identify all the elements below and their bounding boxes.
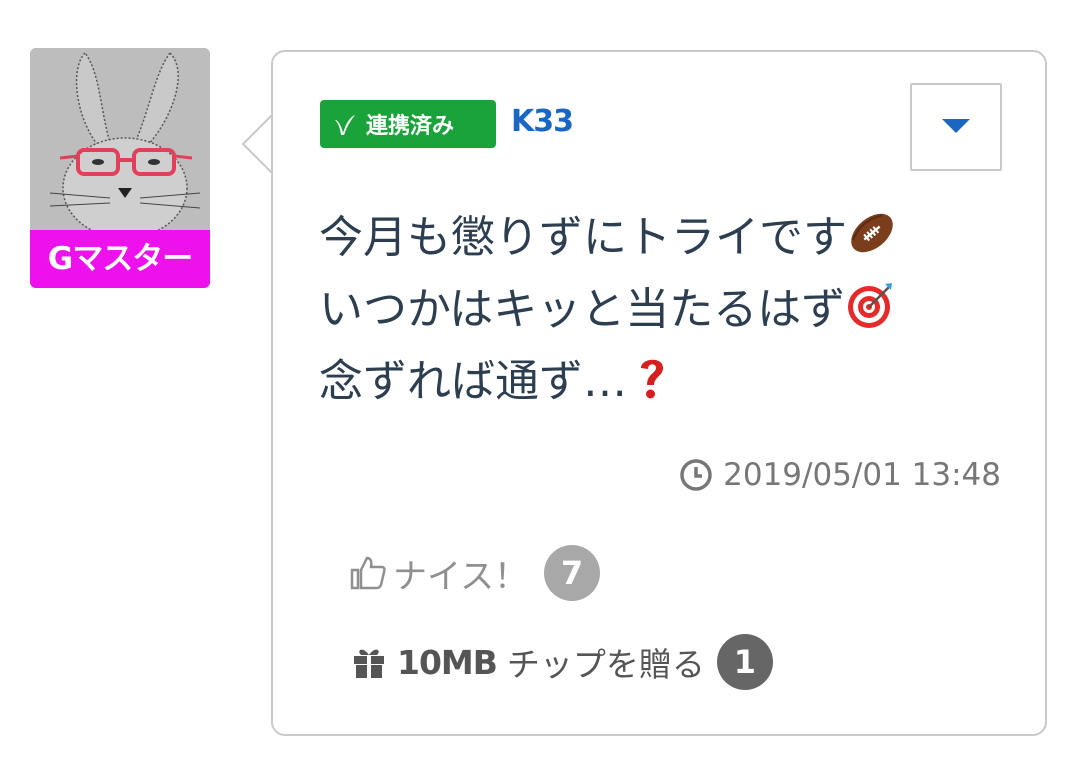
clock-icon (680, 459, 712, 491)
avatar-name-label: Gマスター (30, 230, 210, 288)
post-line: いつかはキッと当たるはず (319, 274, 999, 346)
tip-label: チップを贈る (506, 645, 705, 684)
post-timestamp: 2019/05/01 13:48 (679, 457, 1001, 493)
send-tip-button[interactable]: 10MB チップを贈る 1 (351, 634, 773, 690)
nice-button[interactable]: ナイス！ 7 (349, 545, 600, 601)
timestamp-text: 2019/05/01 13:48 (723, 457, 1001, 493)
football-emoji (851, 213, 893, 253)
thumbs-up-icon (350, 556, 386, 590)
username-link[interactable]: K33 (511, 104, 574, 139)
nice-label: ナイス！ (393, 556, 528, 597)
v-check-icon (335, 115, 355, 135)
tip-count-badge: 1 (716, 634, 773, 690)
post-text: 今月も懲りずにトライです いつかはキッと当たるはず 念ずれば通ず… (319, 202, 999, 418)
post-card: 連携済み K33 今月も懲りずにトライです いつかはキッと当たるはず 念ずれば通… (271, 50, 1047, 736)
post-menu-button[interactable] (910, 83, 1002, 171)
post-line: 念ずれば通ず… (319, 346, 999, 418)
post-page: Gマスター 連携済み K33 今月も懲りずにトライです いつかはキッと当たるはず… (0, 0, 1080, 766)
post-line: 今月も懲りずにトライです (319, 202, 999, 274)
red-question-mark-emoji (641, 359, 663, 399)
nice-count-badge: 7 (543, 545, 600, 601)
linked-status-label: 連携済み (366, 114, 455, 139)
rabbit-avatar-image (30, 48, 210, 230)
tip-amount: 10MB (397, 642, 498, 682)
gift-icon (354, 649, 384, 678)
avatar[interactable]: Gマスター (30, 48, 210, 288)
bullseye-emoji (848, 283, 893, 328)
caret-down-icon (942, 119, 970, 133)
linked-status-badge: 連携済み (320, 100, 496, 148)
